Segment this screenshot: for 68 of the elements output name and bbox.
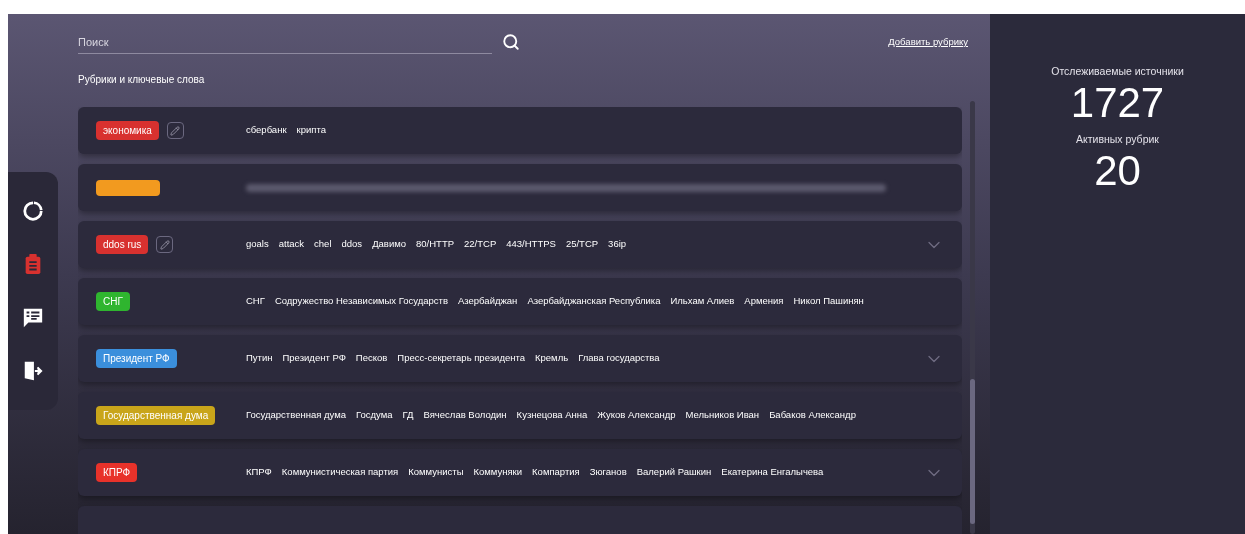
rubric-tag: экономика <box>96 121 159 140</box>
rubric-tag: КПРФ <box>96 463 138 482</box>
keyword: ГД <box>402 408 414 423</box>
rubric-row[interactable]: КПРФ КПРФ Коммунистическая партия Коммунисты Коммуняки Компартия Зюганов Валерий Рашкин Екатерина Енгалычева <box>78 449 962 496</box>
keyword: ddos <box>341 237 363 252</box>
keyword: Пресс-секретарь президента <box>397 351 525 366</box>
keyword: Глава государства <box>578 351 660 366</box>
keyword: Никол Пашинян <box>793 294 864 309</box>
keyword: Коммуняки <box>473 465 523 480</box>
keyword: Коммунистическая партия <box>281 465 399 480</box>
keyword: Зюганов <box>589 465 627 480</box>
door-exit-icon[interactable] <box>22 360 44 383</box>
keyword: Вячеслав Володин <box>423 408 507 423</box>
rubric-row[interactable]: экономика сбербанк крипта <box>78 107 962 154</box>
keyword: КПРФ <box>246 465 272 480</box>
keyword: Кузнецова Анна <box>516 408 588 423</box>
keyword: СНГ <box>246 294 265 309</box>
keyword: Давимо <box>372 237 406 252</box>
keyword: Екатерина Енгалычева <box>721 465 824 480</box>
rubric-row[interactable] <box>78 164 962 211</box>
keyword: 25/TCP <box>565 237 599 252</box>
rubric-row[interactable]: ddos rus goals attack chel ddos Давимо 80/HTTP 22/TCP 443/HTTPS 25/TCP 36ip <box>78 221 962 268</box>
keyword: Мельников Иван <box>685 408 760 423</box>
speech-bubble-list-icon[interactable] <box>22 306 44 329</box>
stat-value: 1727 <box>1070 79 1165 126</box>
keyword: сбербанк <box>246 123 287 138</box>
keyword: Коммунисты <box>408 465 464 480</box>
keyword: 36ip <box>608 237 627 252</box>
keyword: Армения <box>744 294 784 309</box>
keyword: крипта <box>296 123 326 138</box>
keyword: Валерий Рашкин <box>636 465 712 480</box>
add-rubric-link[interactable]: Добавить рубрику <box>888 34 968 50</box>
edit-button[interactable] <box>156 236 174 253</box>
keyword: Президент РФ <box>282 351 346 366</box>
section-title: Рубрики и ключевые слова <box>78 73 206 87</box>
rubric-tag: Президент РФ <box>96 349 177 368</box>
keyword: Содружество Независимых Государств <box>274 294 448 309</box>
rubric-row[interactable]: СНГ СНГ Содружество Независимых Государств Азербайджан Азербайджанская Республика Ильхам Алиев Армения Никол Пашинян <box>78 278 962 325</box>
keyword: 443/HTTPS <box>506 237 556 252</box>
keyword: Государственная дума <box>246 408 346 423</box>
keyword: Ильхам Алиев <box>670 294 735 309</box>
keyword: Кремль <box>535 351 569 366</box>
keyword: Песков <box>355 351 388 366</box>
rubric-tag: ddos rus <box>96 235 149 254</box>
keyword: Бабаков Александр <box>769 408 856 423</box>
keyword: 80/HTTP <box>416 237 455 252</box>
rubric-tag: СНГ <box>96 292 130 311</box>
circular-arrows-icon[interactable] <box>22 199 44 222</box>
rubric-row[interactable]: Государственная дума Государственная дума Госдума ГД Вячеслав Володин Кузнецова Анна Жуков Александр Мельников Иван Бабаков Александр <box>78 392 962 439</box>
keyword: Азербайджанская Республика <box>527 294 661 309</box>
stat-label: Отслеживаемые источники <box>1051 64 1184 79</box>
scrollbar[interactable] <box>970 101 975 534</box>
edit-button[interactable] <box>166 122 184 139</box>
keyword: Путин <box>246 351 273 366</box>
rubric-tag: Государственная дума <box>96 406 216 425</box>
keyword: Компартия <box>532 465 580 480</box>
keyword: Азербайджан <box>457 294 518 309</box>
keyword: chel <box>314 237 332 252</box>
keyword: goals <box>246 237 269 252</box>
keyword: Госдума <box>356 408 393 423</box>
stat-value: 20 <box>1094 147 1141 194</box>
stat-label: Активных рубрик <box>1076 131 1159 147</box>
search-icon[interactable] <box>502 33 520 51</box>
keyword: Жуков Александр <box>597 408 676 423</box>
search-field[interactable]: Поиск <box>78 30 492 54</box>
keyword: 22/TCP <box>464 237 497 252</box>
rubric-row[interactable]: Президент РФ Путин Президент РФ Песков Пресс-секретарь президента Кремль Глава государства <box>78 335 962 382</box>
keyword: attack <box>278 237 305 252</box>
